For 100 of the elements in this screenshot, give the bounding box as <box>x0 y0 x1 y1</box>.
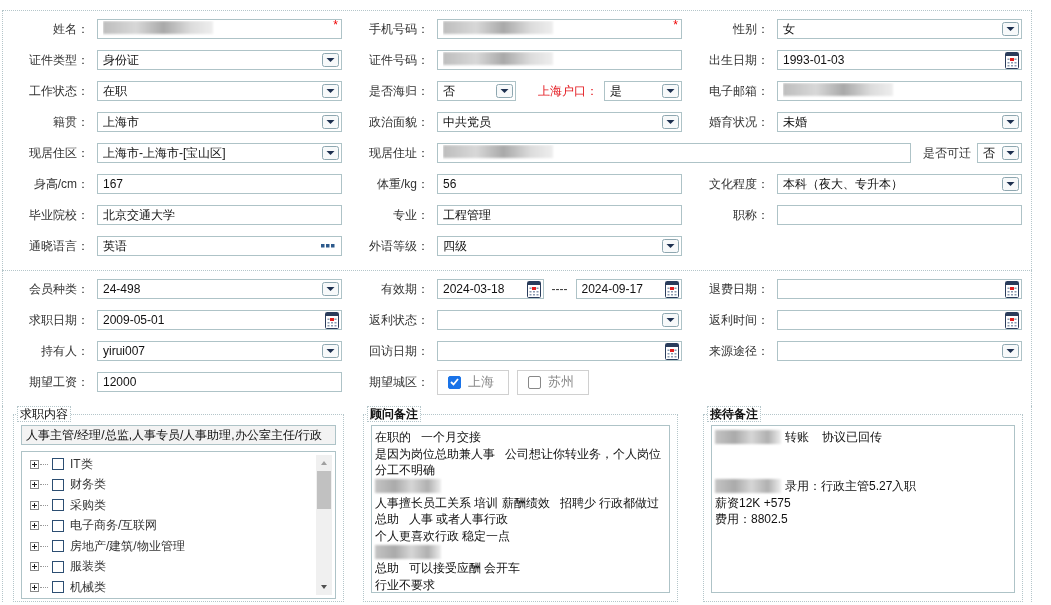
field-label: 身高/cm： <box>32 176 89 193</box>
field-label: 通晓语言： <box>28 238 89 255</box>
text-field[interactable]: 56 <box>437 174 682 194</box>
dropdown-button[interactable] <box>662 115 679 129</box>
dropdown-button[interactable] <box>1002 115 1019 129</box>
selection-field[interactable]: 人事主管/经理/总监,人事专员/人事助理,办公室主任/行政 <box>21 425 336 445</box>
scrollbar[interactable] <box>316 455 332 595</box>
tree-item[interactable]: 电子商务/互联网 <box>30 515 316 536</box>
caret-icon <box>1002 146 1019 160</box>
caret-icon <box>1002 115 1019 129</box>
dropdown-field[interactable]: 上海市-上海市-[宝山区] <box>97 143 342 163</box>
text-field[interactable]: 工程管理 <box>437 205 682 225</box>
text-field[interactable]: 167 <box>97 174 342 194</box>
expand-icon[interactable] <box>30 541 39 551</box>
field-label: 期望工资： <box>28 374 89 391</box>
dropdown-field[interactable]: 否 <box>977 143 1022 163</box>
text-field[interactable] <box>437 50 682 70</box>
checkbox[interactable] <box>528 375 541 389</box>
date-field[interactable]: 2024-09-17 <box>575 279 682 299</box>
dropdown-button[interactable] <box>322 146 339 160</box>
field-label: 来源途径： <box>708 343 769 360</box>
dropdown-field[interactable]: 四级 <box>437 236 682 256</box>
date-field[interactable]: 2024-03-18 <box>437 279 544 299</box>
dropdown-button[interactable] <box>322 84 339 98</box>
dropdown-field[interactable]: 是 <box>603 81 682 101</box>
expand-icon[interactable] <box>30 521 39 531</box>
dropdown-button[interactable] <box>662 239 679 253</box>
field-label: 退费日期： <box>708 281 769 298</box>
dropdown-field[interactable]: yirui007 <box>97 341 342 361</box>
calendar-icon[interactable] <box>1005 51 1019 69</box>
dropdown-field[interactable] <box>777 341 1022 361</box>
text-field[interactable] <box>437 143 911 163</box>
tree-item[interactable]: 房地产/建筑/物业管理 <box>30 536 316 557</box>
expand-icon[interactable] <box>30 562 39 572</box>
city-option[interactable]: 上海 <box>437 369 509 395</box>
notes-field[interactable]: 转账 协议已回传 录用：行政主管5.27入职 薪资12K +575 费用：8802.5 <box>711 425 1015 593</box>
expand-icon[interactable] <box>30 480 39 490</box>
city-option[interactable]: 苏州 <box>517 369 589 395</box>
calendar-icon[interactable] <box>665 280 679 298</box>
checkbox[interactable] <box>52 519 64 532</box>
calendar-icon[interactable] <box>665 342 679 360</box>
date-field[interactable] <box>777 279 1022 299</box>
date-field[interactable]: 1993-01-03 <box>777 50 1022 70</box>
dropdown-field[interactable]: 在职 <box>97 81 342 101</box>
tree-item[interactable]: 服装类 <box>30 556 316 577</box>
text-field[interactable]: 12000 <box>97 372 342 392</box>
text-field[interactable]: 北京交通大学 <box>97 205 342 225</box>
dropdown-field[interactable]: 女 <box>777 19 1022 39</box>
notes-field[interactable]: 在职的 一个月交接 是因为岗位总助兼人事 公司想让你转业务，个人岗位 分工不明确 人事擅长员工关系 培训 薪酬绩效 招聘少 行政都做过 总助 人事 或者人事行政 个人更喜欢行政 稳定一点 总助 可以接受应酬 会开车 行业不要求 <box>371 425 670 593</box>
calendar-icon[interactable] <box>526 280 541 298</box>
field-label: 返利状态： <box>368 312 429 329</box>
text-field[interactable] <box>777 81 1022 101</box>
text-field[interactable]: * <box>437 19 682 39</box>
checkbox[interactable] <box>52 560 64 573</box>
dropdown-button[interactable] <box>322 53 339 67</box>
dropdown-button[interactable] <box>1002 344 1019 358</box>
text-field[interactable]: * <box>97 19 342 39</box>
expand-icon[interactable] <box>30 582 39 592</box>
date-field[interactable] <box>437 341 682 361</box>
text-field[interactable] <box>777 205 1022 225</box>
field-label: 电子邮箱： <box>708 83 769 100</box>
dropdown-field[interactable] <box>437 310 682 330</box>
dropdown-field[interactable]: 身份证 <box>97 50 342 70</box>
lookup-field[interactable]: 英语 <box>97 236 342 256</box>
checkbox[interactable] <box>52 458 64 471</box>
dropdown-field[interactable]: 中共党员 <box>437 112 682 132</box>
expand-icon[interactable] <box>30 500 39 510</box>
calendar-icon[interactable] <box>1005 311 1019 329</box>
dropdown-field[interactable]: 否 <box>437 81 516 101</box>
checkbox[interactable] <box>448 375 461 389</box>
dropdown-button[interactable] <box>662 84 679 98</box>
checkbox[interactable] <box>52 478 64 491</box>
dropdown-field[interactable]: 上海市 <box>97 112 342 132</box>
dropdown-button[interactable] <box>322 282 339 296</box>
field-label: 有效期： <box>380 281 429 298</box>
calendar-icon[interactable] <box>325 311 339 329</box>
caret-icon <box>495 84 513 98</box>
tree-item[interactable]: 机械类 <box>30 577 316 598</box>
dropdown-button[interactable] <box>1002 22 1019 36</box>
more-icon[interactable] <box>321 244 335 248</box>
checkbox[interactable] <box>52 581 64 594</box>
dropdown-field[interactable]: 未婚 <box>777 112 1022 132</box>
tree-item[interactable]: 财务类 <box>30 474 316 495</box>
dropdown-button[interactable] <box>495 84 513 98</box>
dropdown-button[interactable] <box>1002 177 1019 191</box>
date-field[interactable]: 2009-05-01 <box>97 310 342 330</box>
tree-item[interactable]: IT类 <box>30 454 316 475</box>
expand-icon[interactable] <box>30 459 39 469</box>
dropdown-button[interactable] <box>322 344 339 358</box>
tree-item[interactable]: 采购类 <box>30 495 316 516</box>
dropdown-field[interactable]: 24-498 <box>97 279 342 299</box>
dropdown-button[interactable] <box>662 313 679 327</box>
dropdown-button[interactable] <box>1002 146 1019 160</box>
checkbox[interactable] <box>52 540 64 553</box>
dropdown-button[interactable] <box>322 115 339 129</box>
field-label: 期望城区： <box>368 374 429 391</box>
checkbox[interactable] <box>52 499 64 512</box>
calendar-icon[interactable] <box>1005 280 1019 298</box>
date-field[interactable] <box>777 310 1022 330</box>
dropdown-field[interactable]: 本科（夜大、专升本） <box>777 174 1022 194</box>
